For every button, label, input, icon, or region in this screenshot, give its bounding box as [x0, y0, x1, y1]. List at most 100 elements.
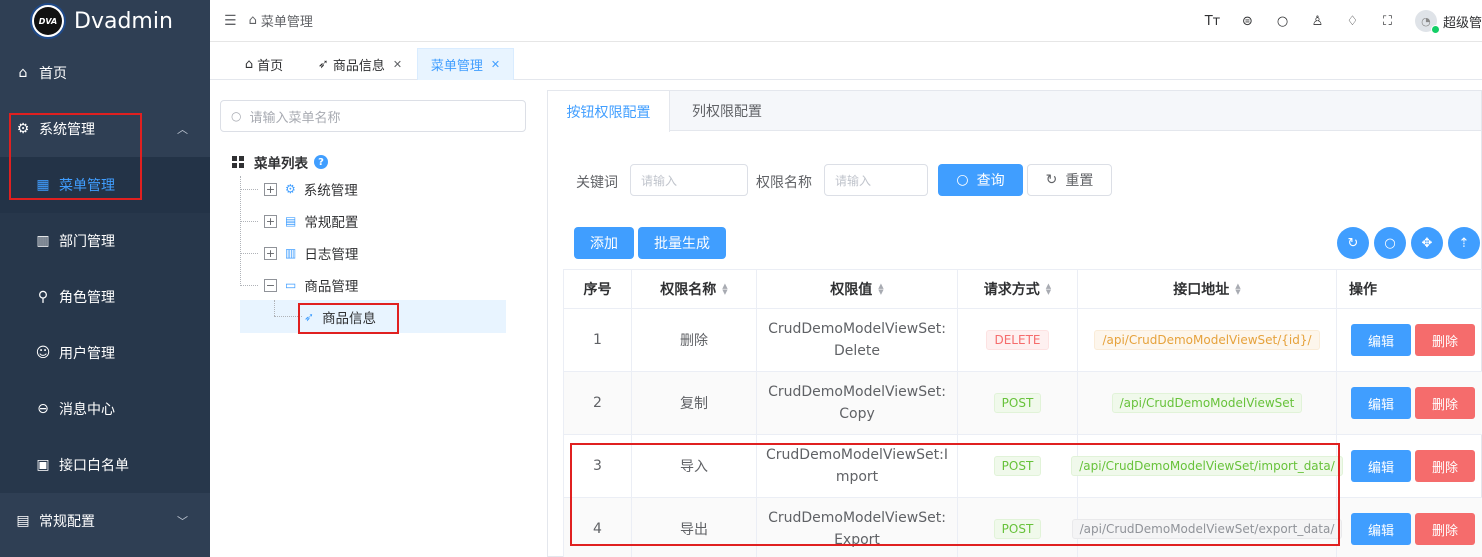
bell-icon[interactable]: ♢	[1335, 14, 1370, 29]
add-button[interactable]: 添加	[574, 227, 634, 259]
sidebar-item-role[interactable]: ⚲ 角色管理	[0, 269, 210, 325]
query-button-label: 查询	[976, 173, 1005, 189]
cell-text: CrudDemoModelViewSet:Copy	[768, 384, 946, 422]
fullscreen-icon[interactable]: ⛶	[1370, 14, 1405, 29]
tab-home[interactable]: ⌂ 首页	[232, 48, 296, 80]
perm-name-input[interactable]: 请输入	[824, 164, 928, 196]
tab-label: 商品信息	[332, 58, 385, 74]
search-icon[interactable]: ○	[1265, 14, 1300, 29]
sidebar-item-label: 部门管理	[59, 234, 115, 250]
tree-node-label: 商品管理	[304, 279, 359, 295]
cell-api: /api/CrudDemoModelViewSet	[1078, 372, 1337, 434]
role-icon: ⚲	[37, 289, 49, 305]
tree-root[interactable]: 菜单列表 ?	[232, 148, 328, 176]
tree-node[interactable]: − ▭ 商品管理	[264, 271, 358, 299]
user-name[interactable]: 超级管	[1443, 12, 1482, 31]
cell-text: 2	[593, 395, 602, 411]
menu-search-input[interactable]: ○ 请输入菜单名称	[220, 100, 526, 132]
delete-button[interactable]: 删除	[1415, 450, 1475, 482]
collapse-icon[interactable]: −	[264, 278, 277, 292]
home-icon: ⌂	[18, 65, 28, 81]
sidebar-item-label: 消息中心	[59, 402, 115, 418]
table-row: 1 删除 CrudDemoModelViewSet:Delete DELETE …	[563, 309, 1482, 372]
highlight-box-table	[570, 443, 1340, 546]
font-size-icon[interactable]: Tт	[1195, 14, 1230, 29]
tree-connector	[274, 300, 275, 316]
sort-icon[interactable]: ▲ ▼	[722, 283, 727, 296]
sidebar-item-dept[interactable]: ▥ 部门管理	[0, 213, 210, 269]
sidebar-item-label: 首页	[39, 66, 67, 82]
sidebar-item-label: 接口白名单	[59, 458, 129, 474]
edit-button[interactable]: 编辑	[1351, 513, 1411, 545]
refresh-icon[interactable]: ↻	[1337, 227, 1369, 259]
search-icon[interactable]: ○	[1374, 227, 1406, 259]
search-icon: ○	[956, 172, 969, 188]
sidebar-item-user[interactable]: ☺ 用户管理	[0, 325, 210, 381]
close-icon[interactable]: ✕	[491, 58, 500, 71]
avatar[interactable]: ◔	[1414, 10, 1440, 34]
cell-text: 复制	[680, 396, 708, 412]
col-header-value[interactable]: 权限值 ▲ ▼	[757, 270, 958, 308]
tab-product-info[interactable]: ➶ 商品信息 ✕	[306, 48, 414, 80]
sort-icon[interactable]: ▲ ▼	[1046, 283, 1051, 296]
cell-value: CrudDemoModelViewSet:Copy	[757, 372, 958, 434]
tab-button-permissions[interactable]: 按钮权限配置	[548, 91, 670, 132]
edit-button[interactable]: 编辑	[1351, 387, 1411, 419]
sidebar-item-config[interactable]: ▤ 常规配置 ﹀	[0, 493, 210, 549]
language-icon[interactable]: ⊜	[1230, 14, 1265, 29]
expand-icon[interactable]: +	[264, 246, 277, 260]
tree-connector	[240, 176, 241, 286]
chevron-down-icon: ﹀	[177, 515, 188, 528]
header-text: 操作	[1349, 282, 1377, 298]
edit-button[interactable]: 编辑	[1351, 450, 1411, 482]
edit-button[interactable]: 编辑	[1351, 324, 1411, 356]
header-text: 序号	[583, 282, 612, 298]
theme-icon[interactable]: ♙	[1300, 14, 1335, 29]
app-title: Dvadmin	[74, 8, 173, 34]
config-icon: ▤	[285, 214, 297, 228]
delete-button[interactable]: 删除	[1415, 513, 1475, 545]
cell-method: DELETE	[958, 309, 1078, 371]
tree-node[interactable]: + ▤ 常规配置	[264, 207, 358, 235]
sort-icon[interactable]: ▲ ▼	[1235, 283, 1240, 296]
app-logo[interactable]: DVA Dvadmin	[0, 0, 210, 42]
search-icon: ○	[231, 109, 242, 123]
sidebar-item-home[interactable]: ⌂ 首页	[0, 45, 210, 101]
menu-collapse-icon[interactable]: ☰	[224, 13, 237, 29]
tabs-bar: ⌂ 首页 ➶ 商品信息 ✕ 菜单管理 ✕	[210, 42, 1482, 80]
batch-generate-button[interactable]: 批量生成	[638, 227, 726, 259]
grid-icon	[232, 156, 244, 168]
method-tag: DELETE	[986, 330, 1049, 350]
header-text: 权限名称	[660, 282, 717, 298]
tree-node[interactable]: + ▥ 日志管理	[264, 239, 358, 267]
rocket-icon: ➶	[317, 56, 329, 72]
upload-icon[interactable]: ⇡	[1448, 227, 1480, 259]
sidebar-item-message[interactable]: ⊖ 消息中心	[0, 381, 210, 437]
tree-node-label: 系统管理	[303, 183, 358, 199]
sort-icon[interactable]: ▲ ▼	[878, 283, 883, 296]
move-icon[interactable]: ✥	[1411, 227, 1443, 259]
delete-button[interactable]: 删除	[1415, 387, 1475, 419]
sidebar-item-label: 常规配置	[39, 514, 95, 530]
query-button[interactable]: ○ 查询	[938, 164, 1023, 196]
tab-column-permissions[interactable]: 列权限配置	[670, 91, 784, 131]
breadcrumb-item[interactable]: 菜单管理	[261, 11, 313, 30]
expand-icon[interactable]: +	[264, 182, 277, 196]
keyword-input[interactable]: 请输入	[630, 164, 748, 196]
col-header-name[interactable]: 权限名称 ▲ ▼	[632, 270, 757, 308]
reset-button[interactable]: ↻ 重置	[1027, 164, 1112, 196]
expand-icon[interactable]: +	[264, 214, 277, 228]
reset-button-label: 重置	[1065, 173, 1094, 189]
help-icon[interactable]: ?	[314, 155, 328, 169]
search-placeholder: 请输入菜单名称	[249, 110, 341, 126]
tree-connector	[240, 189, 258, 190]
sidebar-item-whitelist[interactable]: ▣ 接口白名单	[0, 437, 210, 493]
close-icon[interactable]: ✕	[393, 58, 402, 71]
col-header-method[interactable]: 请求方式 ▲ ▼	[958, 270, 1078, 308]
tab-menu-management[interactable]: 菜单管理 ✕	[417, 48, 514, 80]
tree-node[interactable]: + ⚙ 系统管理	[264, 175, 358, 203]
col-header-api[interactable]: 接口地址 ▲ ▼	[1078, 270, 1337, 308]
cell-text: 删除	[680, 333, 708, 349]
delete-button[interactable]: 删除	[1415, 324, 1475, 356]
cell-api: /api/CrudDemoModelViewSet/{id}/	[1078, 309, 1337, 371]
